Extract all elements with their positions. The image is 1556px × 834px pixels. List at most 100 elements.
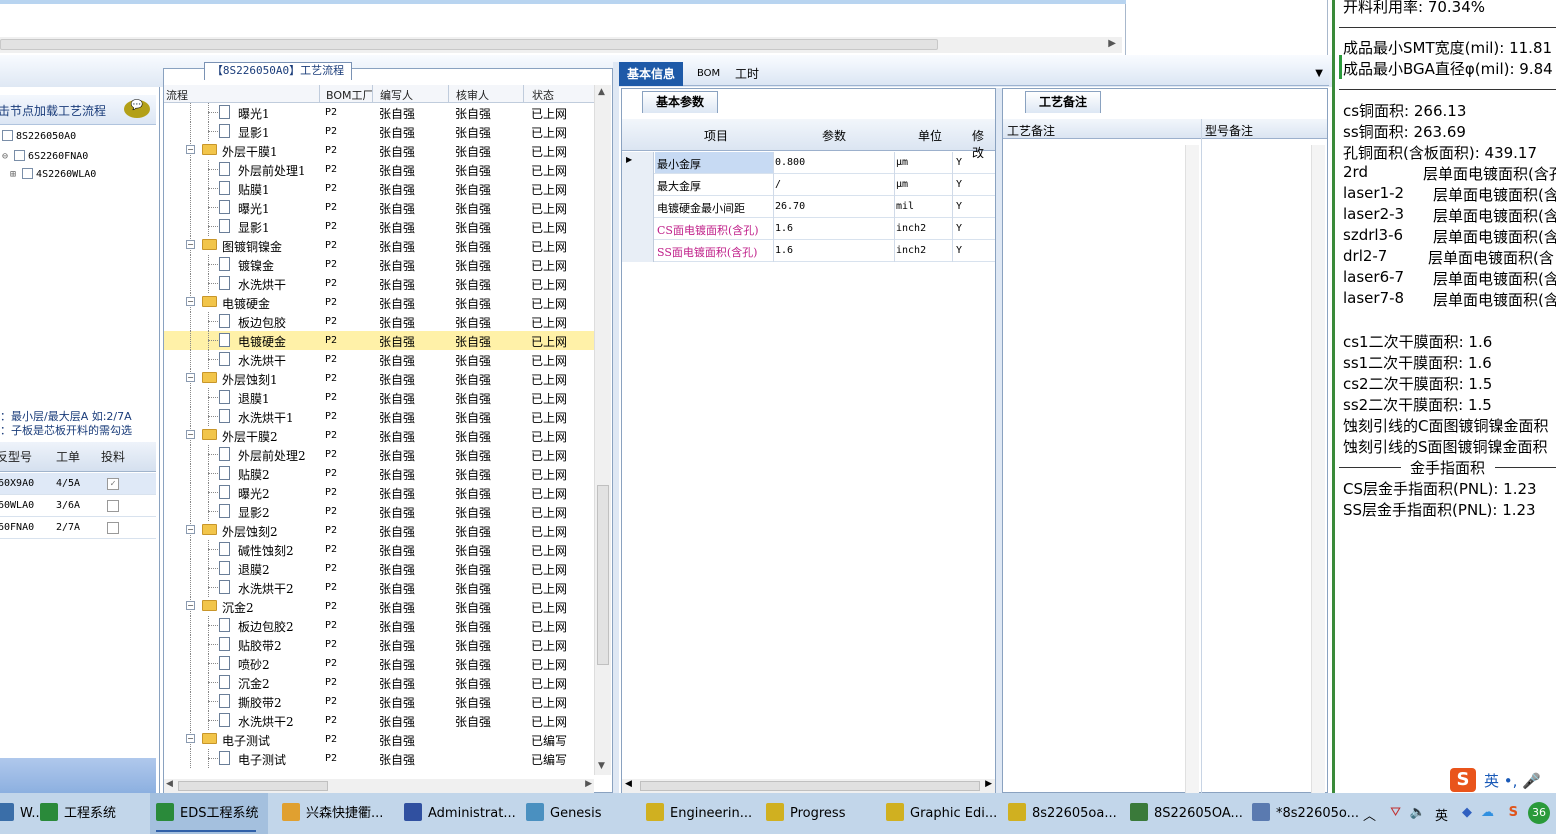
taskbar-app[interactable]: 工程系统 — [34, 793, 152, 834]
scroll-thumb[interactable] — [178, 781, 328, 791]
sogou-logo-icon[interactable]: S — [1450, 768, 1476, 792]
process-row[interactable]: 贴胶带2 P2 张自强 张自强 已上网 — [164, 635, 594, 654]
scroll-up-icon[interactable]: ▲ — [598, 87, 605, 97]
top-horizontal-scrollbar[interactable]: ▶ — [0, 37, 1122, 53]
tab-basic-params[interactable]: 基本参数 — [642, 91, 718, 113]
taskbar-app[interactable]: Administrat... — [398, 793, 516, 834]
process-tab[interactable]: 【8S226050A0】工艺流程 — [204, 62, 352, 80]
col-header[interactable]: 状态 — [532, 87, 554, 103]
process-row[interactable]: 显影1 P2 张自强 张自强 已上网 — [164, 217, 594, 236]
process-row[interactable]: 板边包胶 P2 张自强 张自强 已上网 — [164, 312, 594, 331]
process-row[interactable]: 外层前处理1 P2 张自强 张自强 已上网 — [164, 160, 594, 179]
ime-toolbar[interactable]: S 英 •, 🎤 — [1448, 766, 1556, 794]
process-row[interactable]: 曝光2 P2 张自强 张自强 已上网 — [164, 483, 594, 502]
process-row[interactable]: − 图镀铜镍金 P2 张自强 张自强 已上网 — [164, 236, 594, 255]
table-row[interactable]: 60X9A0 4/5A ✓ — [0, 473, 156, 495]
ime-indicator[interactable]: 英 — [1435, 805, 1448, 824]
tree-node-child[interactable]: ⊖ 6S2260FNA0 — [2, 150, 88, 162]
process-row[interactable]: 电镀硬金 P2 张自强 张自强 已上网 — [164, 331, 594, 350]
process-row[interactable]: 撕胶带2 P2 张自强 张自强 已上网 — [164, 692, 594, 711]
process-row[interactable]: 贴膜1 P2 张自强 张自强 已上网 — [164, 179, 594, 198]
collapse-icon[interactable]: − — [186, 430, 195, 439]
process-row[interactable]: 镀镍金 P2 张自强 张自强 已上网 — [164, 255, 594, 274]
taskbar-app[interactable]: Engineerin... — [640, 793, 758, 834]
sogou-tray-icon[interactable]: S — [1509, 805, 1518, 820]
collapse-icon[interactable]: − — [186, 373, 195, 382]
scroll-left-icon[interactable]: ◀ — [625, 779, 632, 789]
process-row[interactable]: 显影1 P2 张自强 张自强 已上网 — [164, 122, 594, 141]
param-row[interactable]: 最大金厚 / μm Y — [622, 174, 995, 196]
tree-node-child[interactable]: ⊞ 4S2260WLA0 — [10, 168, 96, 180]
tab-work-hours[interactable]: 工时 — [727, 62, 767, 86]
process-row[interactable]: − 外层干膜1 P2 张自强 张自强 已上网 — [164, 141, 594, 160]
taskbar-app[interactable]: Genesis — [520, 793, 638, 834]
process-row[interactable]: − 电镀硬金 P2 张自强 张自强 已上网 — [164, 293, 594, 312]
process-row[interactable]: 电子测试 P2 张自强 已编写 — [164, 749, 594, 768]
col-header[interactable]: 投料 — [101, 448, 125, 465]
collapse-icon[interactable]: − — [186, 240, 195, 249]
process-row[interactable]: − 沉金2 P2 张自强 张自强 已上网 — [164, 597, 594, 616]
checkbox[interactable] — [107, 500, 119, 512]
collapse-icon[interactable]: − — [186, 145, 195, 154]
model-notes-scrollbar[interactable] — [1311, 145, 1325, 793]
col-header[interactable]: 工单 — [56, 448, 80, 465]
process-row[interactable]: − 外层干膜2 P2 张自强 张自强 已上网 — [164, 426, 594, 445]
param-value[interactable]: 26.70 — [775, 201, 805, 212]
taskbar-app[interactable]: 兴森快捷衢... — [276, 793, 394, 834]
security-icon[interactable]: ◆ — [1462, 805, 1472, 820]
notification-badge[interactable]: 36 — [1528, 802, 1550, 824]
collapse-icon[interactable]: − — [186, 734, 195, 743]
col-divider[interactable] — [319, 85, 320, 103]
volume-icon[interactable]: 🔈 — [1410, 805, 1426, 820]
collapse-icon[interactable]: − — [186, 297, 195, 306]
param-value[interactable]: 0.800 — [775, 157, 805, 168]
chevron-down-icon[interactable]: ▼ — [1315, 68, 1323, 79]
process-row[interactable]: 外层前处理2 P2 张自强 张自强 已上网 — [164, 445, 594, 464]
cloud-icon[interactable]: ☁ — [1481, 805, 1494, 820]
col-header[interactable]: 核审人 — [456, 87, 489, 103]
process-row[interactable]: 显影2 P2 张自强 张自强 已上网 — [164, 502, 594, 521]
scroll-thumb[interactable] — [0, 39, 938, 50]
scroll-right-icon[interactable]: ▶ — [1108, 38, 1116, 49]
process-vertical-scrollbar[interactable]: ▲ ▼ — [594, 85, 611, 775]
param-value[interactable]: 1.6 — [775, 223, 793, 234]
col-divider[interactable] — [372, 85, 373, 103]
network-icon[interactable]: ⛛ — [1390, 805, 1401, 820]
col-header[interactable]: 流程 — [166, 87, 188, 103]
taskbar-app[interactable]: EDS工程系统 — [150, 793, 268, 834]
process-row[interactable]: 碱性蚀刻2 P2 张自强 张自强 已上网 — [164, 540, 594, 559]
col-divider[interactable] — [523, 85, 524, 103]
row-header[interactable]: ▶ — [622, 152, 654, 174]
process-horizontal-scrollbar[interactable]: ◀ ▶ — [164, 779, 594, 793]
row-header[interactable] — [622, 196, 654, 218]
chat-bubble-icon[interactable]: 💬 — [124, 100, 150, 118]
process-row[interactable]: 水洗烘干2 P2 张自强 张自强 已上网 — [164, 711, 594, 730]
model-notes-textarea[interactable] — [1203, 145, 1309, 785]
checkbox[interactable]: ✓ — [107, 478, 119, 490]
tab-bom[interactable]: BOM — [689, 62, 728, 86]
params-horizontal-scrollbar[interactable]: ◀ ▶ — [622, 779, 995, 793]
param-value[interactable]: / — [775, 179, 781, 190]
process-row[interactable]: 曝光1 P2 张自强 张自强 已上网 — [164, 103, 594, 122]
param-row[interactable]: ▶ 最小金厚 0.800 μm Y — [622, 152, 995, 174]
process-row[interactable]: 水洗烘干 P2 张自强 张自强 已上网 — [164, 350, 594, 369]
process-row[interactable]: 板边包胶2 P2 张自强 张自强 已上网 — [164, 616, 594, 635]
process-row[interactable]: 喷砂2 P2 张自强 张自强 已上网 — [164, 654, 594, 673]
col-header[interactable]: 单位 — [918, 127, 942, 144]
process-row[interactable]: 水洗烘干 P2 张自强 张自强 已上网 — [164, 274, 594, 293]
tab-basic-info[interactable]: 基本信息 — [619, 62, 684, 86]
ime-status[interactable]: 英 •, 🎤 — [1484, 770, 1541, 791]
col-header[interactable]: 项目 — [704, 127, 728, 144]
collapse-icon[interactable]: − — [186, 525, 195, 534]
taskbar-app[interactable]: Progress — [760, 793, 878, 834]
process-row[interactable]: 退膜2 P2 张自强 张自强 已上网 — [164, 559, 594, 578]
row-header[interactable] — [622, 174, 654, 196]
col-header[interactable]: 编写人 — [380, 87, 413, 103]
taskbar-app[interactable]: 8S22605OA... — [1124, 793, 1243, 834]
param-row[interactable]: SS面电镀面积(含孔) 1.6 inch2 Y — [622, 240, 995, 262]
row-header[interactable] — [622, 218, 654, 240]
param-row[interactable]: 电镀硬金最小间距 26.70 mil Y — [622, 196, 995, 218]
splitter[interactable] — [613, 62, 619, 793]
tab-process-notes[interactable]: 工艺备注 — [1025, 91, 1101, 113]
col-header[interactable]: 参数 — [822, 127, 846, 144]
